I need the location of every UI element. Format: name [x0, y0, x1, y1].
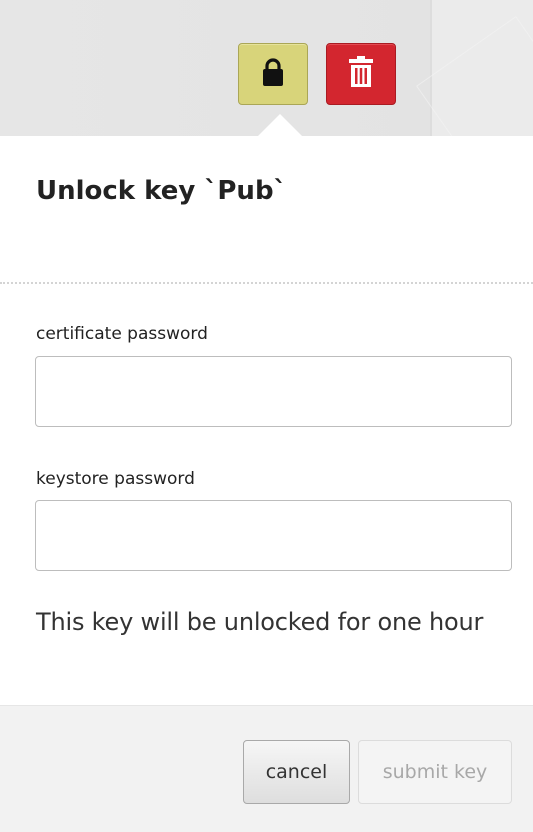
unlock-key-button[interactable] [238, 43, 308, 105]
keystore-password-input[interactable] [35, 500, 512, 571]
lock-icon [261, 57, 285, 91]
certificate-password-input[interactable] [35, 356, 512, 427]
trash-icon [348, 56, 374, 92]
delete-key-button[interactable] [326, 43, 396, 105]
dialog-title: Unlock key `Pub` [36, 176, 287, 206]
dialog-header [0, 0, 533, 136]
cancel-button[interactable]: cancel [243, 740, 350, 804]
header-pointer [258, 114, 302, 136]
unlock-duration-info: This key will be unlocked for one hour [36, 608, 484, 636]
submit-key-button[interactable]: submit key [358, 740, 512, 804]
divider [0, 282, 533, 284]
keystore-password-label: keystore password [36, 469, 195, 489]
certificate-password-label: certificate password [36, 324, 208, 344]
